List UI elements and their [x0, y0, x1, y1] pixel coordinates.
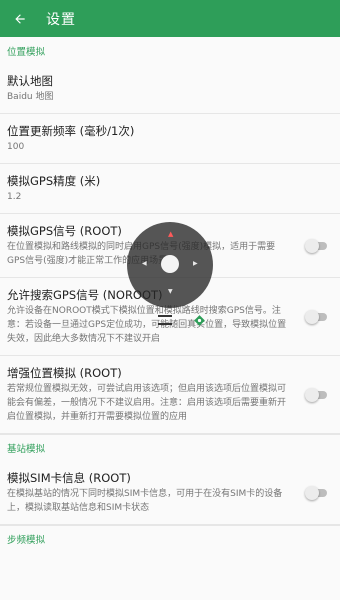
switch-thumb	[305, 485, 319, 500]
pref-summary: 1.2	[7, 192, 22, 202]
switch-thumb	[305, 387, 319, 402]
switch-thumb	[305, 309, 319, 324]
enhanced-location-toggle[interactable]	[305, 387, 327, 402]
back-button[interactable]	[0, 0, 40, 37]
pref-default-map[interactable]: 默认地图 Baidu 地图	[0, 64, 340, 114]
allow-search-toggle[interactable]	[305, 309, 327, 324]
section-header-base-station: 基站模拟	[0, 434, 340, 461]
pref-text: 模拟SIM卡信息 (ROOT) 在模拟基站的情况下同时模拟SIM卡信息，可用于在…	[7, 471, 333, 515]
joystick-down-arrow[interactable]: ▼	[168, 289, 173, 295]
page-title: 设置	[46, 11, 76, 28]
floating-toolbar	[158, 311, 206, 329]
joystick-right-arrow[interactable]: ▶	[193, 261, 198, 267]
switch-thumb	[305, 238, 319, 253]
section-header-location: 位置模拟	[7, 46, 46, 58]
arrow-back-icon	[15, 13, 25, 24]
sim-info-toggle[interactable]	[305, 485, 327, 500]
pref-title: 模拟SIM卡信息 (ROOT)	[7, 471, 131, 485]
pref-summary: 若常规位置模拟无效，可尝试启用该选项；但启用该选项后位置模拟可能会有偏差，一般情…	[7, 384, 287, 422]
menu-icon[interactable]	[158, 315, 172, 325]
pref-update-frequency[interactable]: 位置更新频率 (毫秒/1次) 100	[0, 114, 340, 164]
section-header-step: 步频模拟	[0, 525, 340, 552]
joystick-left-arrow[interactable]: ◀	[142, 261, 147, 267]
pref-title: 位置更新频率 (毫秒/1次)	[7, 124, 135, 138]
menu-line	[158, 323, 172, 325]
joystick-center-knob[interactable]	[161, 255, 179, 273]
pref-title: 默认地图	[7, 74, 53, 88]
pref-sim-info[interactable]: 模拟SIM卡信息 (ROOT) 在模拟基站的情况下同时模拟SIM卡信息，可用于在…	[0, 461, 340, 525]
menu-line	[158, 315, 172, 317]
pref-summary: 允许设备在NOROOT模式下模拟位置和模拟路线时搜索GPS信号。注意：若设备一旦…	[7, 306, 287, 344]
gps-signal-toggle[interactable]	[305, 238, 327, 253]
app-bar: 设置	[0, 0, 340, 37]
pref-summary: 100	[7, 142, 25, 152]
pref-summary: Baidu 地图	[7, 92, 54, 102]
joystick-up-arrow[interactable]: ▲	[168, 231, 173, 238]
pref-text: 增强位置模拟 (ROOT) 若常规位置模拟无效，可尝试启用该选项；但启用该选项后…	[7, 366, 333, 424]
pref-enhanced-location[interactable]: 增强位置模拟 (ROOT) 若常规位置模拟无效，可尝试启用该选项；但启用该选项后…	[0, 356, 340, 434]
pref-gps-accuracy[interactable]: 模拟GPS精度 (米) 1.2	[0, 164, 340, 214]
pref-title: 增强位置模拟 (ROOT)	[7, 366, 122, 380]
pref-title: 模拟GPS精度 (米)	[7, 174, 101, 188]
navigation-icon[interactable]	[193, 314, 206, 327]
joystick-icon[interactable]: ▲ ◀ ▶ ▼	[127, 222, 213, 308]
pref-summary: 在模拟基站的情况下同时模拟SIM卡信息，可用于在没有SIM卡的设备上，模拟读取基…	[7, 489, 283, 513]
